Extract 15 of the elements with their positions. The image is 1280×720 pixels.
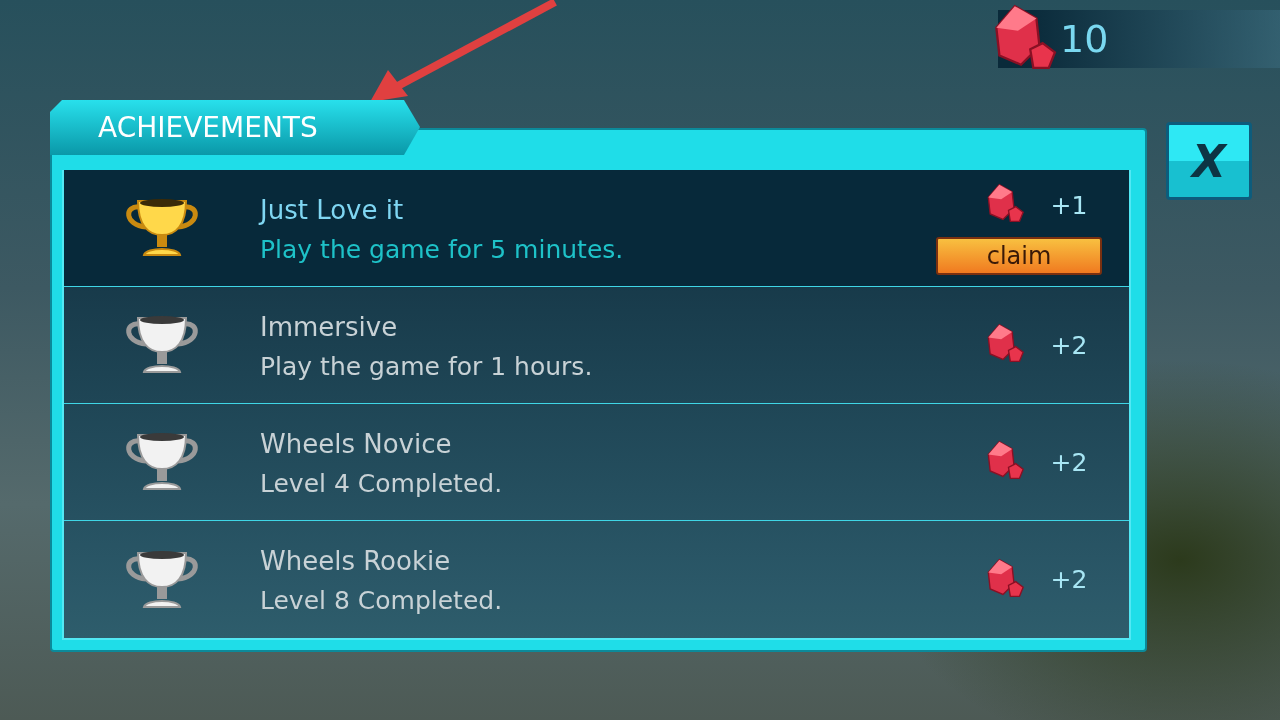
achievement-description: Play the game for 5 minutes. (260, 234, 625, 264)
claim-button[interactable]: claim (936, 237, 1102, 275)
reward-amount: +2 (1050, 330, 1088, 360)
close-button[interactable]: X (1166, 122, 1252, 200)
achievement-description: Level 8 Completed. (260, 586, 504, 615)
achievement-title: Just Love it (260, 194, 405, 225)
achievement-title: Wheels Novice (260, 428, 453, 459)
reward-amount: +1 (1050, 190, 1088, 220)
reward-amount: +2 (1050, 447, 1088, 477)
achievement-description: Level 4 Completed. (260, 468, 504, 498)
gem-count: 10 (1060, 17, 1109, 61)
achievement-title: Immersive (260, 311, 399, 342)
reward-amount: +2 (1050, 565, 1088, 594)
achievement-description: Play the game for 1 hours. (260, 351, 594, 381)
achievement-title: Wheels Rookie (260, 546, 452, 576)
